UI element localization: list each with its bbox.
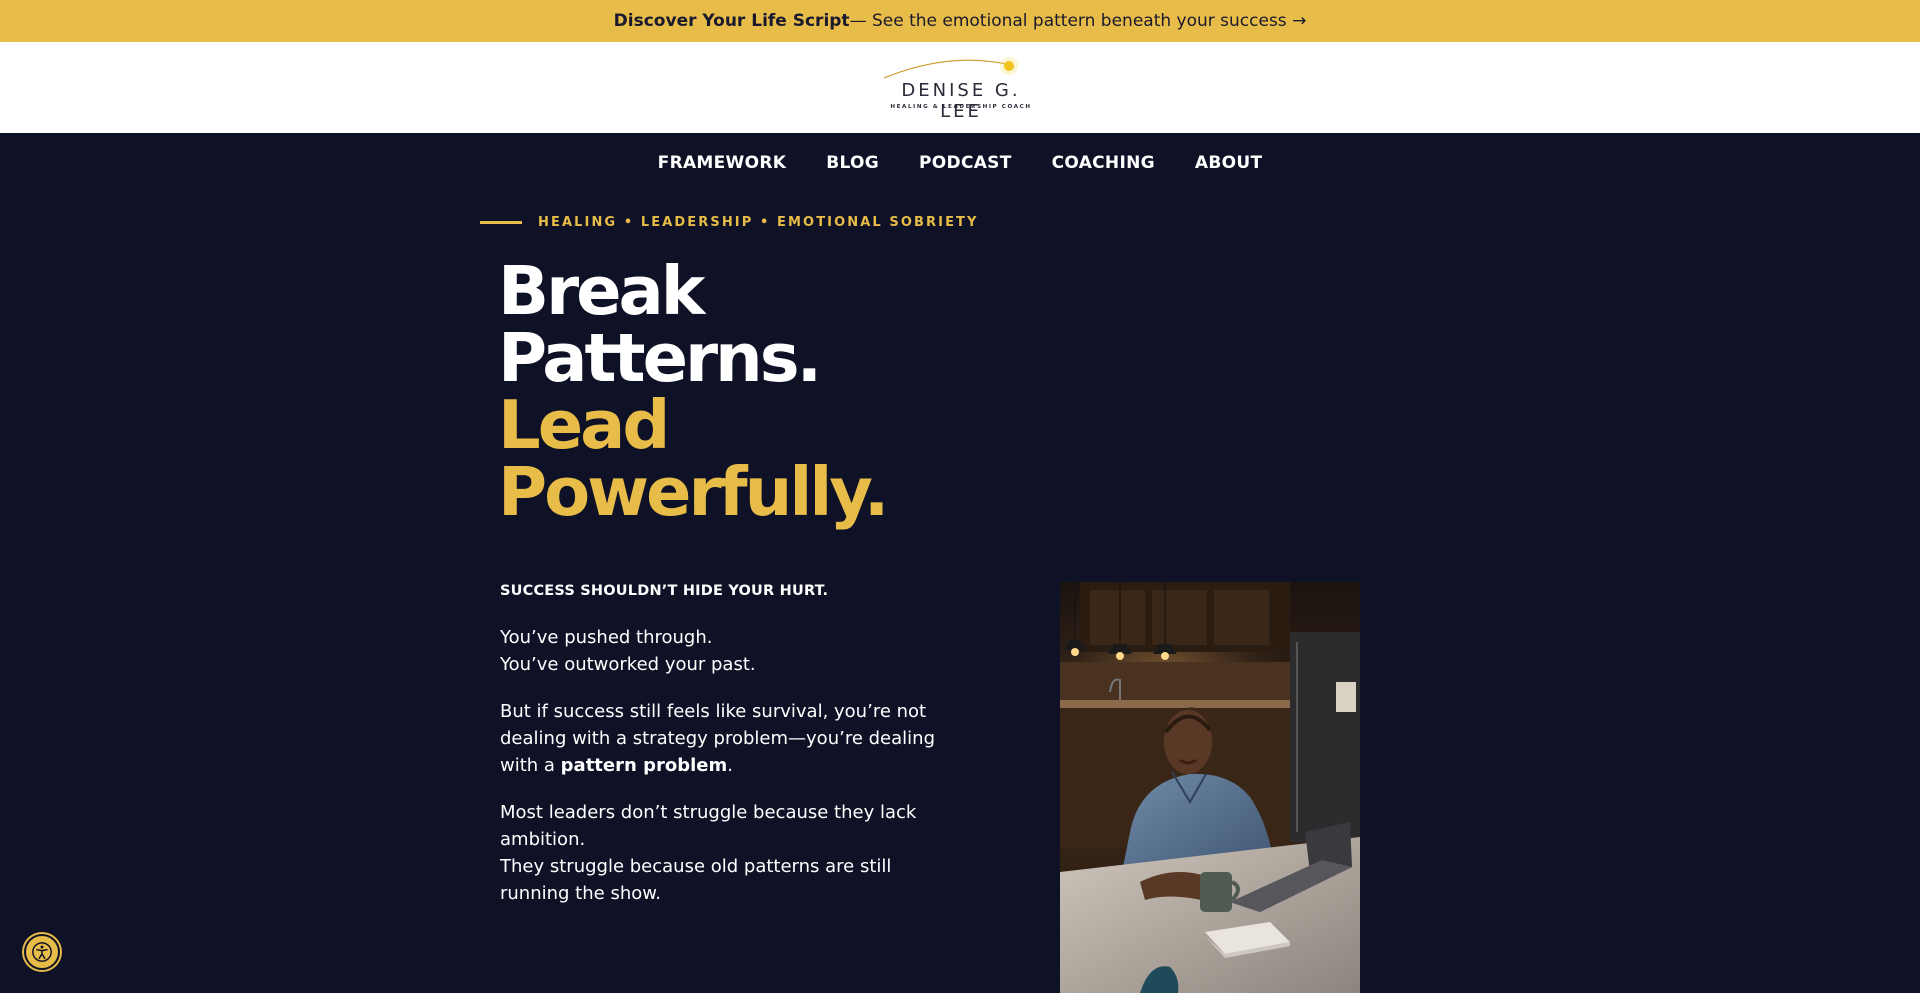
headline-line-2: Patterns. bbox=[498, 319, 822, 397]
accessibility-button[interactable] bbox=[24, 934, 60, 970]
nav-item-blog[interactable]: BLOG bbox=[826, 153, 879, 173]
site-header: DENISE G. LEE HEALING & LEADERSHIP COACH bbox=[0, 42, 1920, 133]
accessibility-icon bbox=[32, 942, 52, 962]
logo-tagline: HEALING & LEADERSHIP COACH bbox=[890, 104, 1032, 110]
hero-kicker: SUCCESS SHOULDN’T HIDE YOUR HURT. bbox=[500, 583, 829, 599]
nav-item-podcast[interactable]: PODCAST bbox=[919, 153, 1012, 173]
p3-line-2: They struggle because old patterns are s… bbox=[500, 856, 892, 904]
p3-line-1: Most leaders don’t struggle because they… bbox=[500, 802, 917, 850]
headline-line-3: Lead bbox=[498, 386, 670, 464]
nav-item-coaching[interactable]: COACHING bbox=[1052, 153, 1155, 173]
p2-bold: pattern problem bbox=[560, 755, 728, 776]
hero-headline: Break Patterns. Lead Powerfully. bbox=[498, 252, 889, 531]
headline-line-1: Break bbox=[498, 252, 705, 330]
headline-line-4: Powerfully. bbox=[498, 453, 889, 531]
p1-line-2: You’ve outworked your past. bbox=[500, 654, 756, 675]
nav-item-about[interactable]: ABOUT bbox=[1195, 153, 1262, 173]
site-logo[interactable]: DENISE G. LEE HEALING & LEADERSHIP COACH bbox=[878, 54, 1044, 122]
nav-item-framework[interactable]: FRAMEWORK bbox=[658, 153, 787, 173]
eyebrow-text: HEALING • LEADERSHIP • EMOTIONAL SOBRIET… bbox=[538, 214, 979, 230]
eyebrow-line bbox=[480, 220, 522, 224]
hero-photo bbox=[1060, 582, 1360, 993]
sun-arc-icon bbox=[883, 57, 1018, 79]
copy-paragraph-2: But if success still feels like survival… bbox=[500, 698, 960, 779]
copy-paragraph-1: You’ve pushed through. You’ve outworked … bbox=[500, 624, 960, 678]
logo-name: DENISE G. LEE bbox=[901, 80, 1021, 122]
p1-line-1: You’ve pushed through. bbox=[500, 627, 713, 648]
announcement-text[interactable]: — See the emotional pattern beneath your… bbox=[850, 11, 1307, 31]
man-at-laptop-image bbox=[1060, 582, 1360, 993]
p2-end: . bbox=[727, 755, 733, 776]
main-nav: FRAMEWORK BLOG PODCAST COACHING ABOUT bbox=[0, 133, 1920, 193]
hero-copy: You’ve pushed through. You’ve outworked … bbox=[500, 624, 960, 927]
hero-eyebrow: HEALING • LEADERSHIP • EMOTIONAL SOBRIET… bbox=[480, 214, 979, 230]
announcement-bar[interactable]: Discover Your Life Script — See the emot… bbox=[0, 0, 1920, 42]
announcement-bold[interactable]: Discover Your Life Script bbox=[614, 11, 850, 31]
copy-paragraph-3: Most leaders don’t struggle because they… bbox=[500, 799, 960, 907]
